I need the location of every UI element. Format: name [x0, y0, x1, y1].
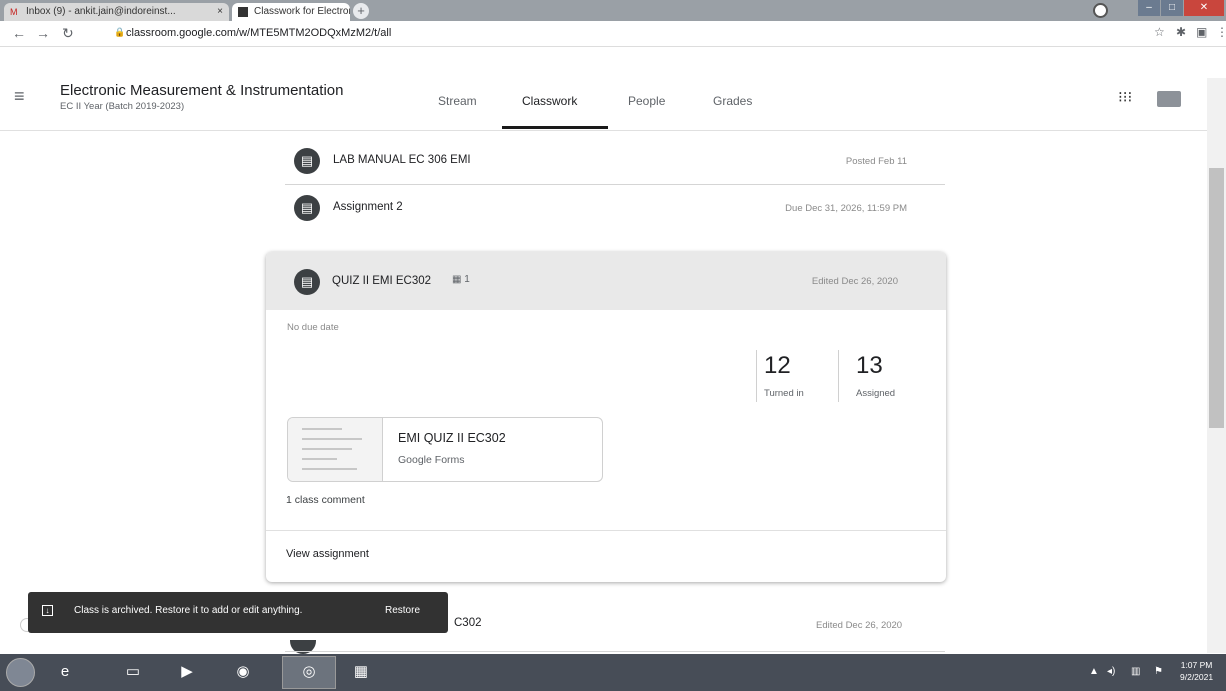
row-divider [285, 651, 945, 652]
tab-classwork[interactable]: Classwork [522, 94, 577, 108]
action-center-icon[interactable]: ⚑ [1154, 666, 1163, 677]
turned-in-stat[interactable]: 12 Turned in [752, 348, 832, 406]
item-title: LAB MANUAL EC 306 EMI [333, 154, 471, 166]
tab-label: Inbox (9) - ankit.jain@indoreinst... [26, 6, 176, 17]
gmail-icon: M [10, 7, 18, 17]
comment-count: ▦ 1 [452, 274, 470, 285]
comment-count-value: 1 [464, 274, 470, 285]
internet-explorer-icon[interactable]: e [50, 657, 80, 687]
archive-icon: ↓ [42, 605, 53, 616]
active-tab-indicator [502, 126, 608, 129]
class-comment-link[interactable]: 1 class comment [286, 494, 365, 506]
stat-divider [838, 350, 839, 402]
assigned-count: 13 [856, 352, 883, 379]
chrome-taskbar-button[interactable]: ◎ [282, 656, 336, 689]
window-close-icon[interactable]: ✕ [1184, 0, 1224, 16]
bookmark-star-icon[interactable]: ☆ [1154, 25, 1165, 39]
turned-in-label: Turned in [764, 388, 804, 399]
account-avatar[interactable] [1157, 91, 1181, 107]
thumbnail-line [302, 468, 357, 470]
window-controls: – □ ✕ [1137, 0, 1224, 18]
assignment-title: QUIZ II EMI EC302 [332, 275, 432, 287]
turned-in-count: 12 [764, 352, 791, 379]
tab-people[interactable]: People [628, 94, 665, 108]
firefox-icon[interactable]: ◉ [228, 657, 258, 687]
taskbar-clock[interactable]: 1:07 PM 9/2/2021 [1180, 659, 1213, 683]
chrome-profile-icon[interactable] [1093, 3, 1108, 18]
new-tab-button[interactable]: + [353, 3, 369, 19]
thumbnail-line [302, 448, 352, 450]
tab-classwork[interactable]: Classwork for Electronic Measure [232, 3, 350, 21]
item-meta: Posted Feb 11 [845, 156, 907, 167]
scrollbar-thumb[interactable] [1209, 168, 1224, 428]
file-explorer-icon[interactable]: ▭ [118, 657, 148, 687]
thumbnail-line [302, 458, 337, 460]
chrome-icon: ◎ [302, 663, 316, 680]
item-meta: Due Dec 31, 2026, 11:59 PM [785, 203, 907, 214]
tab-stream[interactable]: Stream [438, 94, 477, 108]
menu-kebab-icon[interactable]: ⋮ [1216, 25, 1226, 39]
attachment-title: EMI QUIZ II EC302 [398, 431, 506, 445]
card-divider [266, 530, 946, 531]
archived-snackbar: ↓ Class is archived. Restore it to add o… [28, 592, 448, 633]
media-player-icon[interactable]: ▶ [172, 657, 202, 687]
form-thumbnail [288, 418, 383, 481]
extension-puzzle-icon[interactable]: ▣ [1196, 25, 1207, 39]
classroom-icon [238, 7, 248, 17]
item-meta: Edited Dec 26, 2020 [811, 276, 898, 287]
item-title: Assignment 2 [333, 201, 403, 213]
network-icon[interactable]: ▥ [1131, 666, 1140, 677]
item-meta: Edited Dec 26, 2020 [816, 620, 903, 631]
reload-icon[interactable]: ↻ [62, 25, 74, 42]
attachment-card[interactable]: EMI QUIZ II EC302 Google Forms [287, 417, 603, 482]
classwork-item[interactable]: ▤ Assignment 2 Due Dec 31, 2026, 11:59 P… [285, 187, 945, 231]
attachment-type: Google Forms [398, 454, 465, 466]
close-icon[interactable]: × [217, 3, 223, 21]
thumbnail-line [302, 428, 342, 430]
lock-icon: 🔒 [114, 27, 126, 37]
forward-arrow-icon[interactable]: → [36, 25, 50, 41]
browser-tab-bar: M Inbox (9) - ankit.jain@indoreinst... ×… [0, 0, 1226, 21]
assigned-label: Assigned [856, 388, 896, 399]
clock-date: 9/2/2021 [1180, 672, 1214, 682]
snackbar-message: Class is archived. Restore it to add or … [74, 605, 303, 616]
class-subtitle: EC II Year (Batch 2019-2023) [60, 101, 185, 112]
card-header[interactable]: ▤ QUIZ II EMI EC302 ▦ 1 Edited Dec 26, 2… [266, 252, 946, 310]
minimize-icon[interactable]: – [1138, 0, 1160, 16]
clock-time: 1:07 PM [1180, 660, 1213, 670]
classwork-item[interactable]: ▤ LAB MANUAL EC 306 EMI Posted Feb 11 [285, 140, 945, 185]
extension-icon[interactable]: ✱ [1176, 25, 1186, 39]
tab-grades[interactable]: Grades [713, 94, 752, 108]
address-toolbar: ← → ↻ 🔒 classroom.google.com/w/MTE5MTM2O… [0, 21, 1226, 47]
class-title[interactable]: Electronic Measurement & Instrumentation [60, 82, 343, 99]
hamburger-menu-icon[interactable]: ≡ [14, 86, 25, 107]
tab-gmail[interactable]: M Inbox (9) - ankit.jain@indoreinst... × [4, 3, 229, 21]
comment-icon: ▦ [452, 274, 465, 285]
view-assignment-link[interactable]: View assignment [286, 548, 369, 560]
apps-grid-icon[interactable]: ⁝⁝⁝ [1118, 88, 1132, 106]
volume-icon[interactable]: ◂) [1107, 666, 1115, 677]
thumbnail-line [302, 438, 362, 440]
assignment-icon: ▤ [294, 195, 320, 221]
assigned-stat[interactable]: 13 Assigned [844, 348, 924, 406]
windows-taskbar: e ▭ ▶ ◉ ◎ ▦ ▲ ◂) ▥ ⚑ 1:07 PM 9/2/2021 [0, 654, 1226, 691]
back-arrow-icon[interactable]: ← [12, 25, 26, 41]
restore-button[interactable]: Restore [385, 605, 420, 616]
start-button[interactable] [6, 658, 35, 687]
notepad-icon[interactable]: ▦ [346, 657, 376, 687]
tray-arrow-icon[interactable]: ▲ [1089, 666, 1099, 677]
material-icon: ▤ [294, 148, 320, 174]
maximize-icon[interactable]: □ [1161, 0, 1183, 16]
tab-label: Classwork for Electronic Measure [254, 6, 350, 17]
assignment-icon: ▤ [294, 269, 320, 295]
class-header: ≡ Electronic Measurement & Instrumentati… [0, 78, 1210, 131]
due-date: No due date [287, 322, 339, 333]
item-title[interactable]: C302 [454, 617, 482, 629]
url-field[interactable]: classroom.google.com/w/MTE5MTM2ODQxMzM2/… [126, 24, 391, 43]
expanded-assignment-card: ▤ QUIZ II EMI EC302 ▦ 1 Edited Dec 26, 2… [266, 252, 946, 582]
